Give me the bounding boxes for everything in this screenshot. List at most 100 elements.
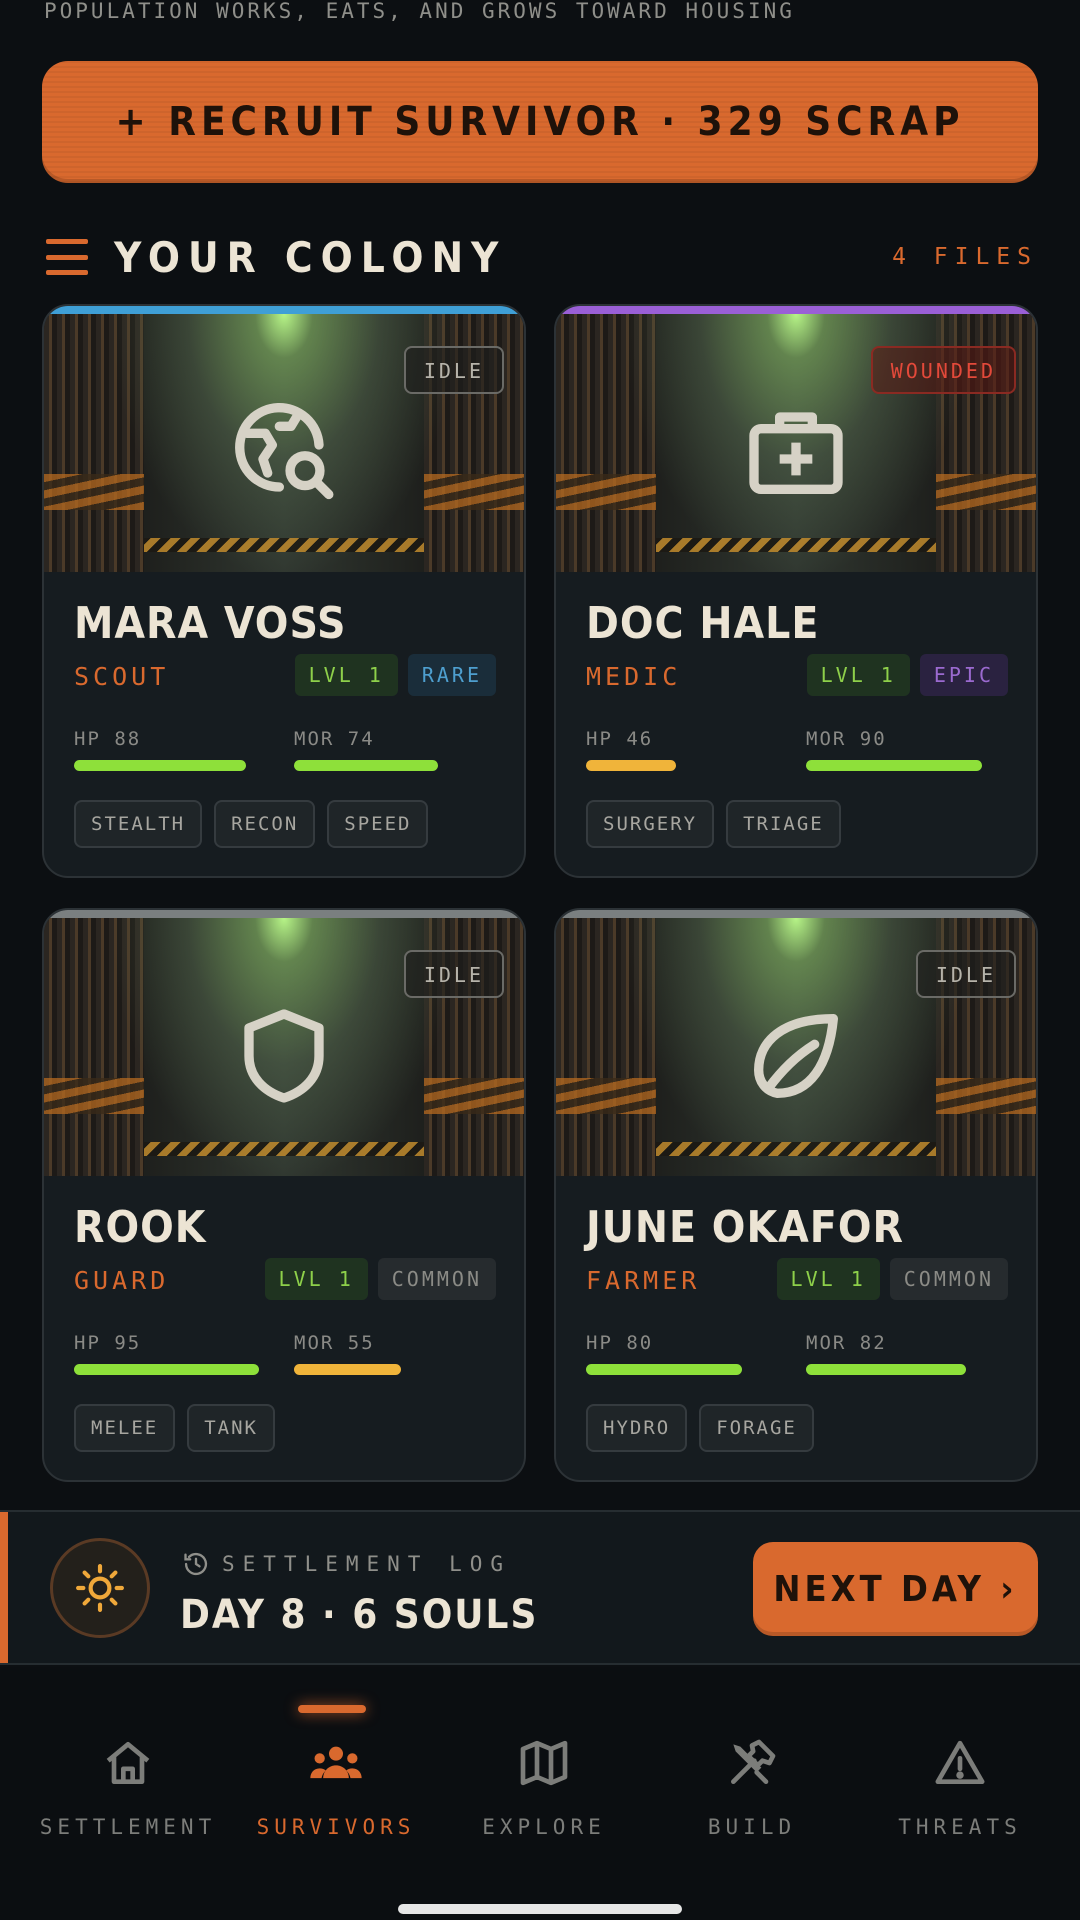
rarity-badge: COMMON: [377, 1258, 496, 1300]
menu-icon[interactable]: [46, 239, 88, 275]
survivor-chips: LVL 1 EPIC: [806, 654, 1008, 696]
hazard-stripe: [656, 538, 936, 552]
morale-stat-label: MOR 82: [806, 1332, 887, 1354]
level-badge: LVL 1: [264, 1258, 368, 1300]
hp-stat-bar: [74, 1364, 259, 1375]
nav-tab-survivors[interactable]: SURVIVORS: [228, 1735, 444, 1839]
survivor-name: DOC HALE: [586, 598, 820, 649]
hp-stat-label: HP 46: [586, 728, 654, 750]
shield-icon: [228, 1000, 340, 1112]
nav-tab-build[interactable]: BUILD: [644, 1735, 860, 1839]
hp-stat: HP 88: [74, 728, 246, 771]
survivor-role: SCOUT: [74, 662, 170, 691]
portrait-scene: WOUNDED: [556, 314, 1036, 572]
nav-tab-explore[interactable]: EXPLORE: [436, 1735, 652, 1839]
log-accent: [0, 1512, 8, 1663]
hp-stat-bar: [586, 1364, 742, 1375]
skill-tags: STEALTH RECON SPEED: [74, 800, 429, 848]
skill-tag: STEALTH: [74, 800, 203, 848]
warning-icon: [932, 1735, 988, 1791]
morale-stat: MOR 90: [806, 728, 982, 771]
skill-tags: SURGERY TRIAGE: [586, 800, 841, 848]
skill-tags: HYDRO FORAGE: [586, 1404, 814, 1452]
skill-tags: MELEE TANK: [74, 1404, 275, 1452]
history-icon: [184, 1552, 208, 1576]
nav-label: EXPLORE: [482, 1815, 606, 1839]
portrait-scene: IDLE: [556, 918, 1036, 1176]
globe-search-icon: [228, 396, 340, 508]
skill-tag: RECON: [214, 800, 316, 848]
nav-tab-settlement[interactable]: SETTLEMENT: [20, 1735, 236, 1839]
level-badge: LVL 1: [806, 654, 910, 696]
hazard-stripe: [656, 1142, 936, 1156]
morale-stat-label: MOR 90: [806, 728, 887, 750]
morale-stat-bar: [806, 760, 982, 771]
hp-stat-label: HP 80: [586, 1332, 654, 1354]
settlement-log-text: SETTLEMENT LOG: [222, 1552, 512, 1576]
morale-stat: MOR 82: [806, 1332, 966, 1375]
survivor-chips: LVL 1 COMMON: [264, 1258, 496, 1300]
hp-stat-bar: [586, 760, 676, 771]
survivor-info: DOC HALE MEDIC LVL 1 EPIC HP 46 MOR 90 SURGERY…: [556, 572, 1036, 876]
section-title: YOUR COLONY: [114, 232, 507, 282]
rarity-badge: RARE: [407, 654, 496, 696]
nav-tab-threats[interactable]: THREATS: [852, 1735, 1068, 1839]
portrait-scene: IDLE: [44, 314, 524, 572]
hp-stat: HP 46: [586, 728, 676, 771]
skill-tag: FORAGE: [699, 1404, 814, 1452]
colony-header: YOUR COLONY 4 FILES: [42, 230, 1038, 284]
map-icon: [516, 1735, 572, 1791]
skill-tag: SPEED: [327, 800, 429, 848]
recruit-survivor-button[interactable]: + RECRUIT SURVIVOR · 329 SCRAP: [42, 61, 1038, 183]
survivor-chips: LVL 1 RARE: [294, 654, 496, 696]
skill-tag: MELEE: [74, 1404, 176, 1452]
survivor-name: MARA VOSS: [74, 598, 347, 649]
home-icon: [100, 1735, 156, 1791]
nav-label: THREATS: [898, 1815, 1022, 1839]
status-badge: IDLE: [915, 950, 1016, 998]
survivor-role: GUARD: [74, 1266, 170, 1295]
survivor-role: MEDIC: [586, 662, 682, 691]
tagline: POPULATION WORKS, EATS, AND GROWS TOWARD…: [44, 0, 795, 23]
home-indicator[interactable]: [398, 1904, 682, 1914]
survivor-card[interactable]: IDLE JUNE OKAFOR FARMER LVL 1 COMMON HP 80 MOR…: [554, 908, 1038, 1482]
portrait-scene: IDLE: [44, 918, 524, 1176]
survivor-card[interactable]: IDLE ROOK GUARD LVL 1 COMMON HP 95 MOR 55 MELEE…: [42, 908, 526, 1482]
morale-stat-bar: [294, 760, 438, 771]
hp-stat: HP 80: [586, 1332, 742, 1375]
skill-tag: TRIAGE: [726, 800, 841, 848]
hp-stat-label: HP 88: [74, 728, 142, 750]
morale-stat: MOR 74: [294, 728, 438, 771]
hp-stat: HP 95: [74, 1332, 259, 1375]
survivor-card[interactable]: WOUNDED DOC HALE MEDIC LVL 1 EPIC HP 46 MOR 90…: [554, 304, 1038, 878]
survivor-info: JUNE OKAFOR FARMER LVL 1 COMMON HP 80 MOR 82 H…: [556, 1176, 1036, 1480]
nav-label: BUILD: [707, 1815, 797, 1839]
nav-label: SURVIVORS: [256, 1815, 416, 1839]
skill-tag: SURGERY: [586, 800, 715, 848]
day-summary: DAY 8 · 6 SOULS: [180, 1592, 539, 1638]
group-icon: [308, 1735, 364, 1791]
day-indicator: [50, 1538, 150, 1638]
files-count: 4 FILES: [892, 244, 1038, 270]
leaf-icon: [740, 1000, 852, 1112]
survivor-name: ROOK: [74, 1202, 207, 1253]
next-day-button[interactable]: NEXT DAY ›: [753, 1542, 1038, 1636]
survivor-chips: LVL 1 COMMON: [776, 1258, 1008, 1300]
survivor-card[interactable]: IDLE MARA VOSS SCOUT LVL 1 RARE HP 88 MOR 74 ST…: [42, 304, 526, 878]
morale-stat-bar: [294, 1364, 401, 1375]
hazard-stripe: [144, 538, 424, 552]
morale-stat: MOR 55: [294, 1332, 401, 1375]
level-badge: LVL 1: [294, 654, 398, 696]
rarity-badge: COMMON: [889, 1258, 1008, 1300]
survivor-info: MARA VOSS SCOUT LVL 1 RARE HP 88 MOR 74 STEALT…: [44, 572, 524, 876]
status-badge: WOUNDED: [870, 346, 1016, 394]
active-tab-indicator: [298, 1705, 366, 1713]
morale-stat-label: MOR 55: [294, 1332, 375, 1354]
morale-stat-bar: [806, 1364, 966, 1375]
survivor-info: ROOK GUARD LVL 1 COMMON HP 95 MOR 55 MELEE TANK: [44, 1176, 524, 1480]
nav-label: SETTLEMENT: [39, 1815, 217, 1839]
level-badge: LVL 1: [776, 1258, 880, 1300]
settlement-log-bar: SETTLEMENT LOG DAY 8 · 6 SOULS NEXT DAY …: [0, 1510, 1080, 1665]
hazard-stripe: [144, 1142, 424, 1156]
morale-stat-label: MOR 74: [294, 728, 375, 750]
